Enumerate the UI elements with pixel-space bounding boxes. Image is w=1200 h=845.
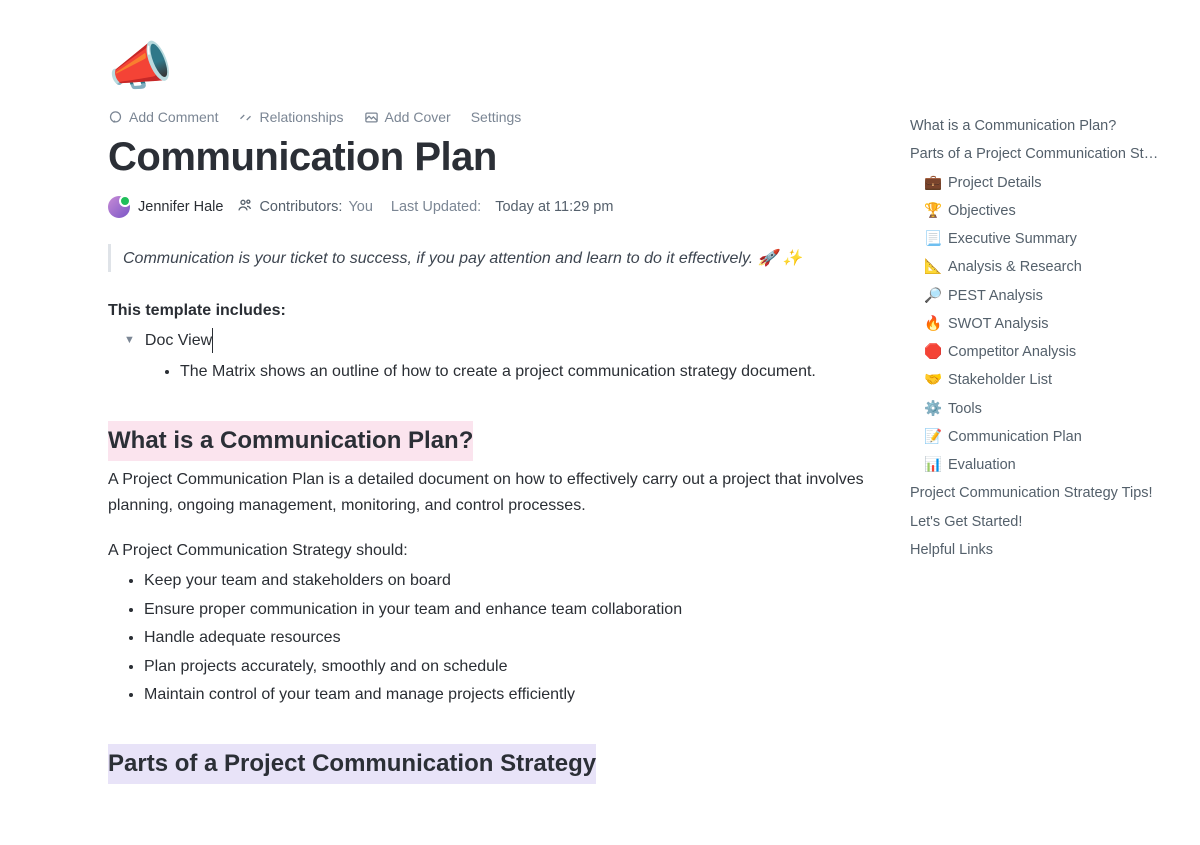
what-is-paragraph: A Project Communication Plan is a detail… <box>108 467 868 518</box>
should-list: Keep your team and stakeholders on board… <box>108 568 868 708</box>
outline-sub-link[interactable]: 🤝Stakeholder List <box>910 366 1170 394</box>
should-label: A Project Communication Strategy should: <box>108 538 868 564</box>
outline-item-icon: 📊 <box>924 451 942 479</box>
outline-item-icon: 🔥 <box>924 310 942 338</box>
page-toolbar: Add Comment Relationships Add Cover Sett… <box>108 109 868 125</box>
intro-quote: Communication is your ticket to success,… <box>108 244 868 272</box>
outline-item-label: Tools <box>948 395 982 423</box>
owner-name: Jennifer Hale <box>138 199 223 215</box>
relationships-label: Relationships <box>259 109 343 125</box>
add-cover-label: Add Cover <box>385 109 451 125</box>
outline-item-icon: 🔎 <box>924 282 942 310</box>
add-comment-button[interactable]: Add Comment <box>108 109 218 125</box>
outline-item-label: Analysis & Research <box>948 253 1082 281</box>
outline-sub-link[interactable]: 🔥SWOT Analysis <box>910 310 1170 338</box>
contributors-label: Contributors: <box>259 199 342 215</box>
outline-link[interactable]: Project Communication Strategy Tips! <box>910 479 1170 507</box>
outline-item-icon: 🏆 <box>924 197 942 225</box>
outline-link[interactable]: Parts of a Project Communication St… <box>910 140 1170 168</box>
outline-item-label: Communication Plan <box>948 423 1082 451</box>
megaphone-icon: 📣 <box>108 36 868 97</box>
list-item: Handle adequate resources <box>144 625 868 651</box>
doc-view-bullet: The Matrix shows an outline of how to cr… <box>180 359 868 385</box>
avatar <box>108 196 130 218</box>
collapse-icon: ▼ <box>124 332 135 350</box>
list-item: Ensure proper communication in your team… <box>144 597 868 623</box>
contributors-chip[interactable]: Contributors: You <box>237 197 372 217</box>
owner-chip[interactable]: Jennifer Hale <box>108 196 223 218</box>
outline-item-label: Project Details <box>948 169 1041 197</box>
outline-item-icon: 💼 <box>924 169 942 197</box>
contributors-value: You <box>348 199 372 215</box>
template-includes-label: This template includes: <box>108 302 286 319</box>
settings-button[interactable]: Settings <box>471 109 522 125</box>
outline-item-icon: 📃 <box>924 225 942 253</box>
outline-sub-link[interactable]: ⚙️Tools <box>910 395 1170 423</box>
heading-parts: Parts of a Project Communication Strateg… <box>108 744 596 784</box>
outline-link[interactable]: What is a Communication Plan? <box>910 112 1170 140</box>
page-title: Communication Plan <box>108 135 868 180</box>
people-icon <box>237 197 253 217</box>
outline-sub-link[interactable]: 📝Communication Plan <box>910 423 1170 451</box>
outline-item-icon: ⚙️ <box>924 395 942 423</box>
outline-sub-link[interactable]: 🔎PEST Analysis <box>910 282 1170 310</box>
outline-item-label: Stakeholder List <box>948 366 1052 394</box>
image-icon <box>364 110 379 125</box>
outline-sub-link[interactable]: 💼Project Details <box>910 169 1170 197</box>
heading-what-is: What is a Communication Plan? <box>108 421 473 461</box>
page-meta: Jennifer Hale Contributors: You Last Upd… <box>108 196 868 218</box>
outline-item-label: PEST Analysis <box>948 282 1043 310</box>
settings-label: Settings <box>471 109 522 125</box>
add-comment-label: Add Comment <box>129 109 218 125</box>
outline-item-icon: 🤝 <box>924 366 942 394</box>
outline-item-icon: 🛑 <box>924 338 942 366</box>
main-content: 📣 Add Comment Relationships Add Cover Se… <box>108 36 868 784</box>
section-what-is: What is a Communication Plan? A Project … <box>108 419 868 708</box>
list-item: Keep your team and stakeholders on board <box>144 568 868 594</box>
outline-item-icon: 📝 <box>924 423 942 451</box>
outline-sub-link[interactable]: 📐Analysis & Research <box>910 253 1170 281</box>
outline-sub-link[interactable]: 🏆Objectives <box>910 197 1170 225</box>
outline-sub-link[interactable]: 📃Executive Summary <box>910 225 1170 253</box>
outline-link[interactable]: Let's Get Started! <box>910 508 1170 536</box>
comment-icon <box>108 110 123 125</box>
outline-item-icon: 📐 <box>924 253 942 281</box>
outline-sub-link[interactable]: 📊Evaluation <box>910 451 1170 479</box>
outline-link[interactable]: Helpful Links <box>910 536 1170 564</box>
outline-sidebar: What is a Communication Plan? Parts of a… <box>910 112 1170 564</box>
relationships-icon <box>238 110 253 125</box>
updated-value: Today at 11:29 pm <box>495 199 613 215</box>
section-parts: Parts of a Project Communication Strateg… <box>108 742 868 784</box>
outline-item-label: SWOT Analysis <box>948 310 1048 338</box>
outline-item-label: Competitor Analysis <box>948 338 1076 366</box>
outline-item-label: Executive Summary <box>948 225 1077 253</box>
add-cover-button[interactable]: Add Cover <box>364 109 451 125</box>
outline-item-label: Evaluation <box>948 451 1016 479</box>
updated-label: Last Updated: <box>391 199 481 215</box>
list-item: Maintain control of your team and manage… <box>144 682 868 708</box>
doc-view-label: Doc View <box>145 328 213 354</box>
doc-view-toggle[interactable]: ▼ Doc View <box>124 328 868 354</box>
relationships-button[interactable]: Relationships <box>238 109 343 125</box>
document-body: This template includes: ▼ Doc View The M… <box>108 298 868 784</box>
outline-item-label: Objectives <box>948 197 1016 225</box>
list-item: Plan projects accurately, smoothly and o… <box>144 654 868 680</box>
outline-sub-link[interactable]: 🛑Competitor Analysis <box>910 338 1170 366</box>
